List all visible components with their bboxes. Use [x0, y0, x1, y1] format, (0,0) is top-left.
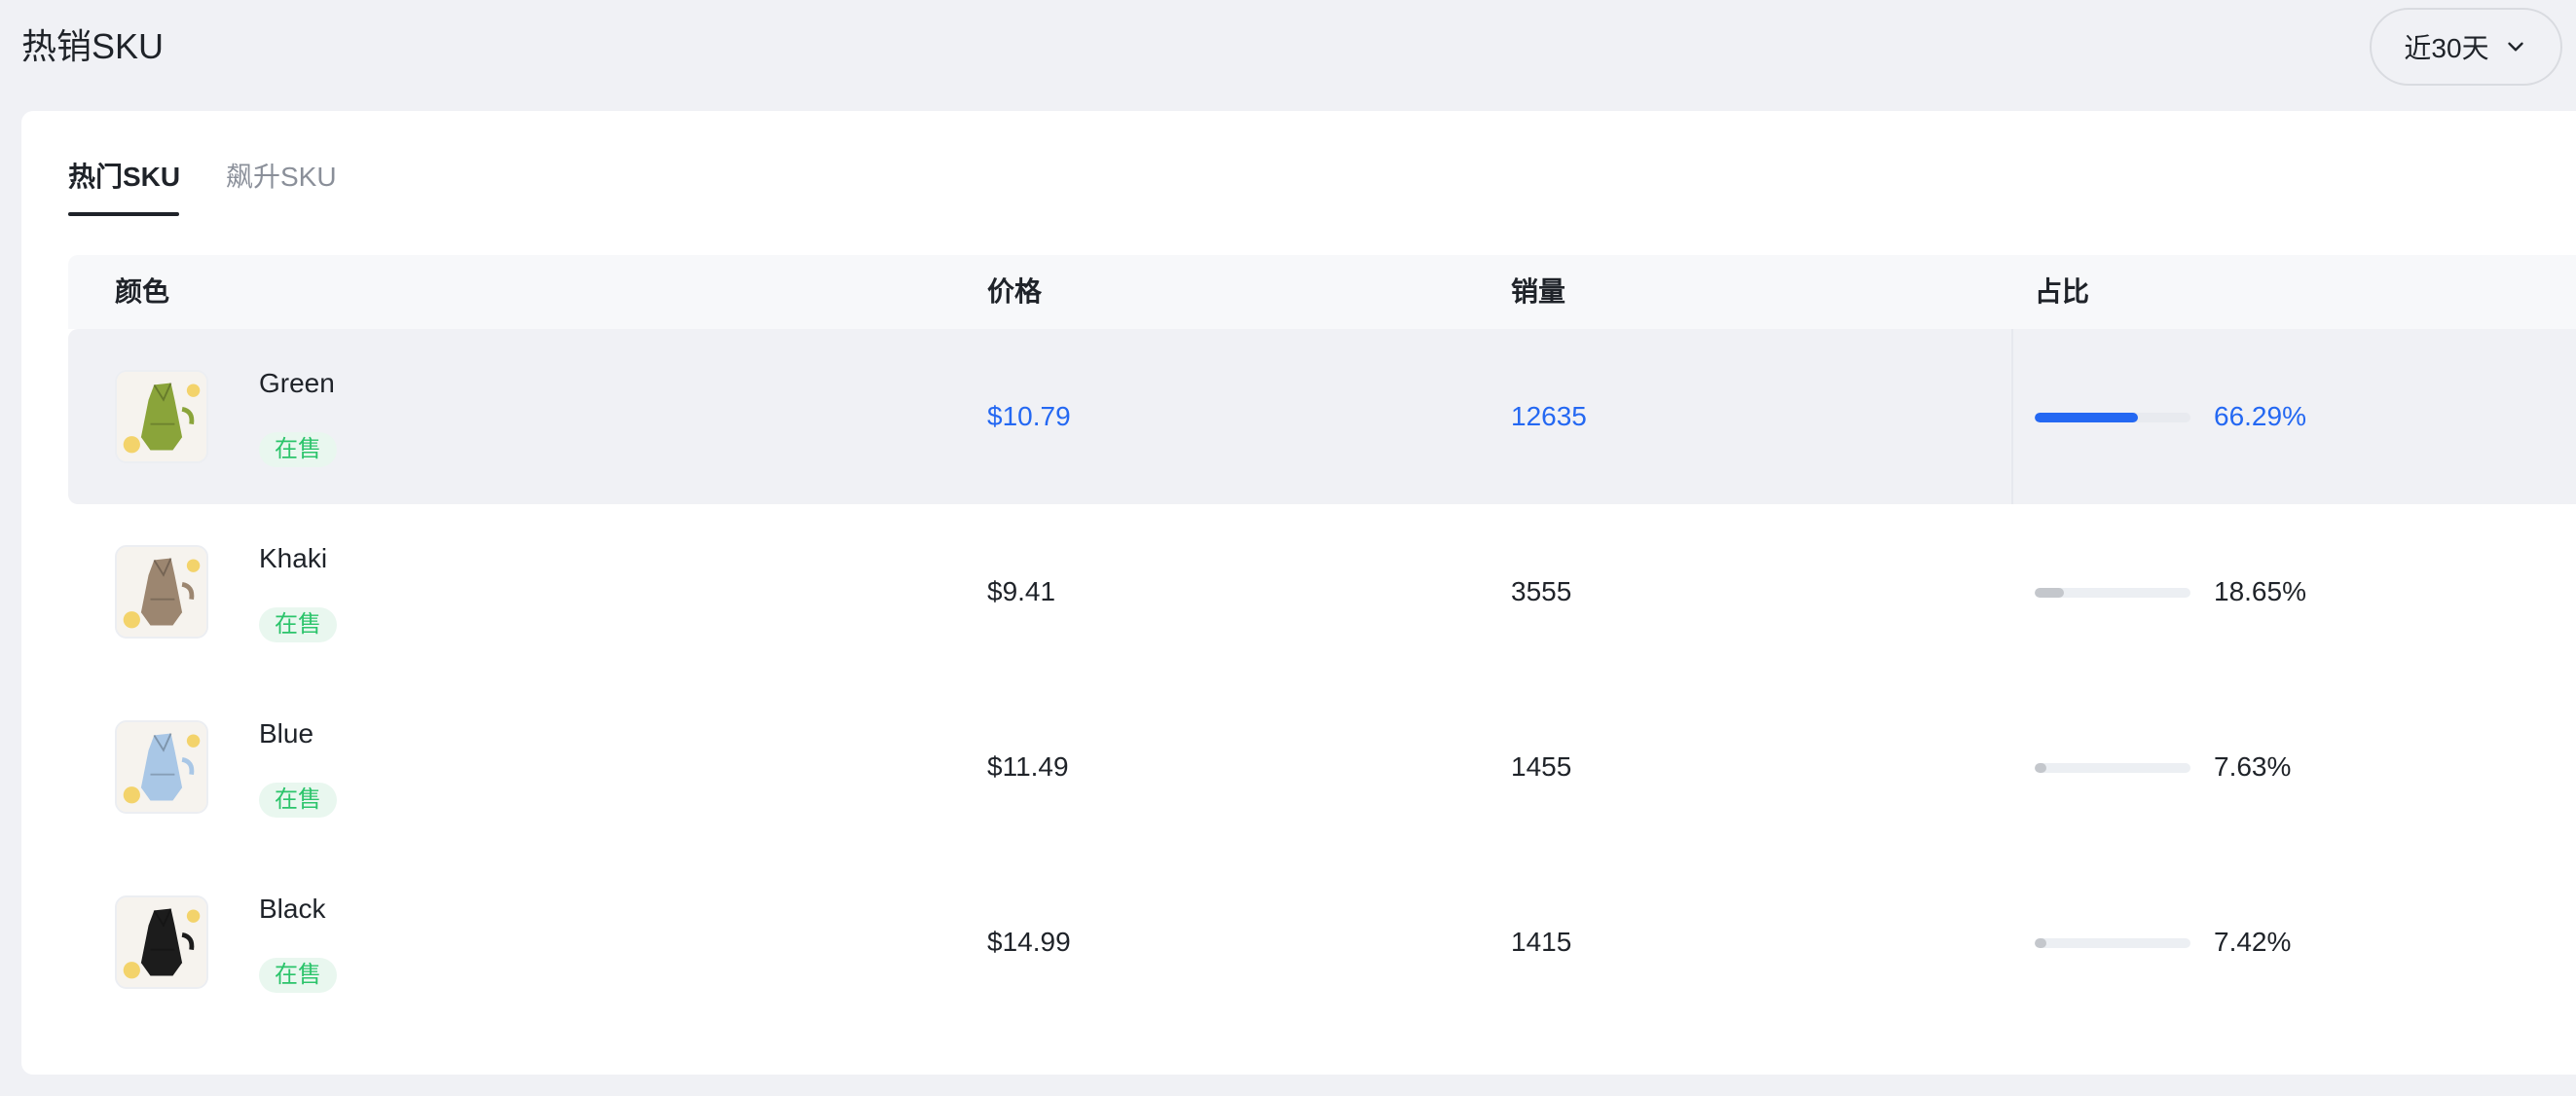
- share-bar-fill: [2035, 938, 2046, 948]
- sku-sales: 1415: [1511, 927, 1572, 957]
- product-thumbnail: [115, 720, 208, 814]
- sku-share: 7.63%: [2214, 751, 2292, 782]
- sku-card: 热门SKU 飙升SKU 颜色 价格 销量 占比 Green 在售 $10.79 …: [21, 111, 2576, 1075]
- sku-color-name: Blue: [259, 718, 314, 749]
- sku-color-name: Black: [259, 894, 326, 924]
- sku-share: 18.65%: [2214, 576, 2306, 606]
- share-bar: [2035, 938, 2190, 948]
- share-bar-fill: [2035, 413, 2139, 422]
- status-badge: 在售: [259, 783, 337, 818]
- table-row[interactable]: Khaki 在售 $9.41 3555 18.65%: [68, 504, 2576, 679]
- sku-sales: 3555: [1511, 576, 1572, 606]
- date-range-select[interactable]: 近30天: [2370, 8, 2562, 86]
- active-tab-indicator: [68, 212, 179, 216]
- table-row[interactable]: Green 在售 $10.79 12635 66.29%: [68, 329, 2576, 504]
- share-bar: [2035, 763, 2190, 773]
- product-thumbnail: [115, 895, 208, 989]
- status-badge: 在售: [259, 958, 337, 993]
- status-badge: 在售: [259, 432, 337, 467]
- tab-rising-sku[interactable]: 飙升SKU: [226, 158, 337, 197]
- sku-sales: 12635: [1511, 401, 1587, 431]
- sku-color-name: Green: [259, 368, 335, 398]
- sku-price: $14.99: [987, 927, 1071, 957]
- share-bar: [2035, 588, 2190, 598]
- table-header: 颜色 价格 销量 占比: [68, 255, 2576, 329]
- share-bar: [2035, 413, 2190, 422]
- page-header: 热销SKU 近30天: [0, 0, 2576, 111]
- column-header-sales: 销量: [1511, 276, 1566, 307]
- table-row[interactable]: Blue 在售 $11.49 1455 7.63%: [68, 679, 2576, 855]
- sku-price: $9.41: [987, 576, 1056, 606]
- sku-price: $10.79: [987, 401, 1071, 431]
- product-thumbnail: [115, 370, 208, 463]
- product-thumbnail: [115, 545, 208, 639]
- column-header-share: 占比: [2035, 276, 2090, 307]
- column-header-color: 颜色: [115, 276, 170, 307]
- sku-sales: 1455: [1511, 751, 1572, 782]
- sku-share: 7.42%: [2214, 927, 2292, 957]
- sku-share: 66.29%: [2214, 401, 2306, 431]
- tab-hot-sku[interactable]: 热门SKU: [68, 158, 180, 197]
- share-bar-fill: [2035, 763, 2047, 773]
- page-title: 热销SKU: [21, 26, 165, 66]
- table-row[interactable]: Black 在售 $14.99 1415 7.42%: [68, 855, 2576, 1030]
- chevron-down-icon: [2503, 34, 2528, 59]
- sku-price: $11.49: [987, 751, 1069, 782]
- column-header-price: 价格: [987, 276, 1043, 307]
- sku-table: 颜色 价格 销量 占比 Green 在售 $10.79 12635 66.29%…: [68, 255, 2576, 1030]
- status-badge: 在售: [259, 607, 337, 642]
- column-divider: [2011, 329, 2013, 504]
- sku-color-name: Khaki: [259, 543, 328, 573]
- date-range-value: 近30天: [2404, 33, 2489, 63]
- share-bar-fill: [2035, 588, 2064, 598]
